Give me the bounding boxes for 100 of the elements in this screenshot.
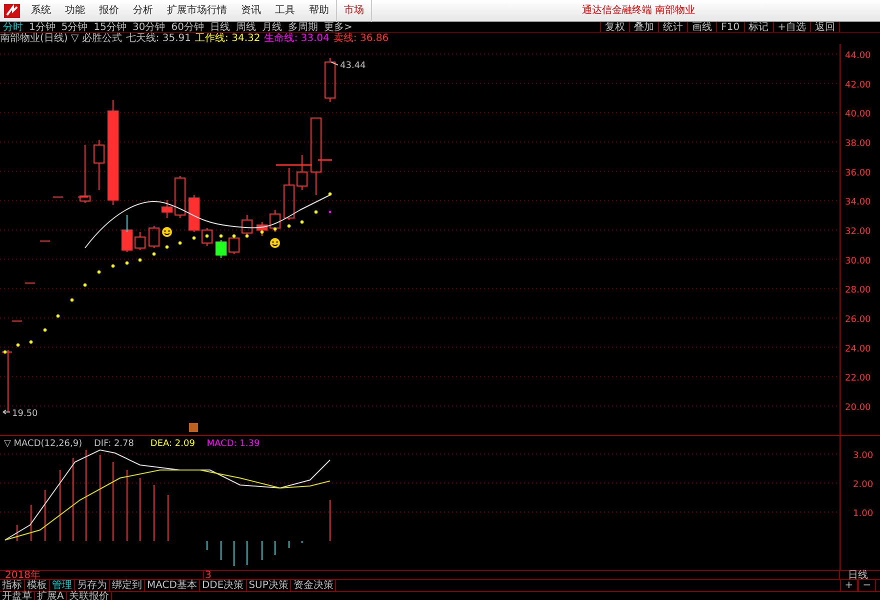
axis-label: 1.00: [853, 509, 874, 519]
candlestick: [174, 176, 186, 218]
price-dash: [52, 196, 64, 198]
arrow-icon: [2, 410, 10, 414]
formula-tab[interactable]: 绑定到: [110, 580, 145, 591]
signal-dot: [43, 328, 47, 332]
signal-dot: [178, 241, 182, 245]
candlestick-wick: [126, 214, 128, 232]
toolbar-button[interactable]: 返回: [810, 22, 840, 32]
window-title: 通达信金融终端 南部物业: [582, 4, 696, 18]
formula-tab[interactable]: SUP决策: [246, 580, 292, 591]
signal-dot: [314, 210, 318, 214]
formula-tab[interactable]: 管理: [50, 580, 75, 591]
axis-label: 22.00: [845, 374, 871, 384]
axis-label: 38.00: [845, 139, 871, 149]
menu-item[interactable]: 资讯: [234, 0, 268, 22]
period-tab[interactable]: 分时: [0, 22, 26, 32]
smiley-icon: [162, 227, 172, 237]
candlestick: [324, 58, 336, 102]
formula-tab[interactable]: DDE决策: [200, 580, 247, 591]
legend-text: 生命线: 33.04: [264, 33, 330, 44]
price-dash: [12, 320, 22, 322]
toolbar-button[interactable]: 叠加: [629, 22, 658, 32]
menu-item[interactable]: 分析: [126, 0, 160, 22]
period-tab[interactable]: 1分钟: [26, 22, 58, 32]
signal-dot: [70, 298, 74, 302]
period-tab[interactable]: 周线: [232, 22, 259, 32]
signal-dot: [219, 234, 223, 238]
signal-dot: [245, 234, 249, 238]
signal-dot: [138, 258, 142, 262]
candlestick: [122, 230, 132, 252]
signal-dot: [16, 343, 20, 347]
period-tab[interactable]: 60分钟: [168, 22, 207, 32]
menu-item[interactable]: 帮助: [302, 0, 336, 22]
signal-dot: [328, 192, 332, 196]
menu-item[interactable]: 功能: [58, 0, 92, 22]
signal-dot: [300, 220, 304, 224]
signal-dot: [56, 314, 60, 318]
signal-dot: [273, 227, 277, 231]
menu-item[interactable]: 扩展市场行情: [160, 0, 234, 22]
candlestick: [242, 214, 252, 236]
marker-icon: [189, 423, 198, 432]
period-tab[interactable]: 更多>: [320, 22, 356, 32]
signal-dot: [232, 234, 236, 238]
low-price-label: 19.50: [12, 409, 38, 419]
formula-tab[interactable]: 指标: [0, 580, 25, 591]
toolbar-button[interactable]: F10: [716, 22, 744, 32]
axis-label: 40.00: [845, 110, 871, 120]
period-tab[interactable]: 多周期: [284, 22, 321, 32]
bottom-tab[interactable]: 开盘草: [0, 592, 35, 600]
signal-dot: [205, 234, 209, 238]
axis-label: 44.00: [845, 51, 871, 61]
toolbar-button[interactable]: 复权: [600, 22, 630, 32]
formula-tab[interactable]: 模板: [25, 580, 50, 591]
legend-text: MACD: 1.39: [206, 439, 260, 449]
zoom-button[interactable]: −: [858, 580, 876, 591]
period-tab[interactable]: 5分钟: [58, 22, 91, 32]
candlestick: [162, 200, 172, 218]
zoom-button[interactable]: +: [840, 580, 858, 591]
period-tab[interactable]: 月线: [258, 22, 285, 32]
menu-item[interactable]: 系统: [24, 0, 58, 22]
toolbar-button[interactable]: 画线: [687, 22, 716, 32]
toolbar-button[interactable]: 标记: [744, 22, 773, 32]
menu-item[interactable]: 报价: [92, 0, 126, 22]
signal-dot: [83, 283, 87, 287]
formula-tab[interactable]: MACD基本: [145, 580, 200, 591]
legend-text: 工作线: 34.32: [195, 33, 260, 44]
formula-tab[interactable]: 资金决策: [291, 580, 336, 591]
toolbar-button[interactable]: +自选: [772, 22, 810, 32]
signal-dot: [165, 245, 169, 249]
signal-dot: [125, 261, 129, 265]
legend-text: 卖线: 36.86: [333, 33, 389, 44]
axis-label: 34.00: [845, 198, 871, 208]
high-price-label: 43.44: [340, 61, 366, 71]
signal-dot: [29, 340, 33, 344]
axis-label: 36.00: [845, 168, 871, 178]
axis-label: 32.00: [845, 226, 871, 237]
date-label: 2018年: [5, 571, 40, 579]
axis-label: 28.00: [845, 286, 871, 296]
signal-dot: [192, 236, 196, 240]
toolbar-button[interactable]: 统计: [658, 22, 688, 32]
candlestick: [228, 236, 240, 254]
period-tab[interactable]: 30分钟: [129, 22, 168, 32]
candlestick: [296, 154, 308, 190]
legend-text: 南部物业(日线) ▽ 必胜公式: [0, 33, 122, 44]
axis-label: 20.00: [845, 402, 871, 413]
candlestick: [202, 228, 212, 246]
axis-label: 3.00: [853, 451, 874, 461]
logo-icon: [4, 4, 20, 18]
signal-dot: [152, 252, 156, 256]
signal-dot: [3, 350, 7, 354]
period-tab[interactable]: 日线: [206, 22, 233, 32]
candlestick: [188, 194, 200, 232]
period-tab[interactable]: 15分钟: [90, 22, 130, 32]
menu-item[interactable]: 工具: [268, 0, 302, 22]
legend-text: DIF: 2.78: [94, 439, 134, 449]
formula-tab[interactable]: 另存为: [75, 580, 110, 591]
candlestick: [134, 232, 146, 250]
signal-dot: [287, 224, 291, 228]
candlestick: [270, 210, 280, 232]
